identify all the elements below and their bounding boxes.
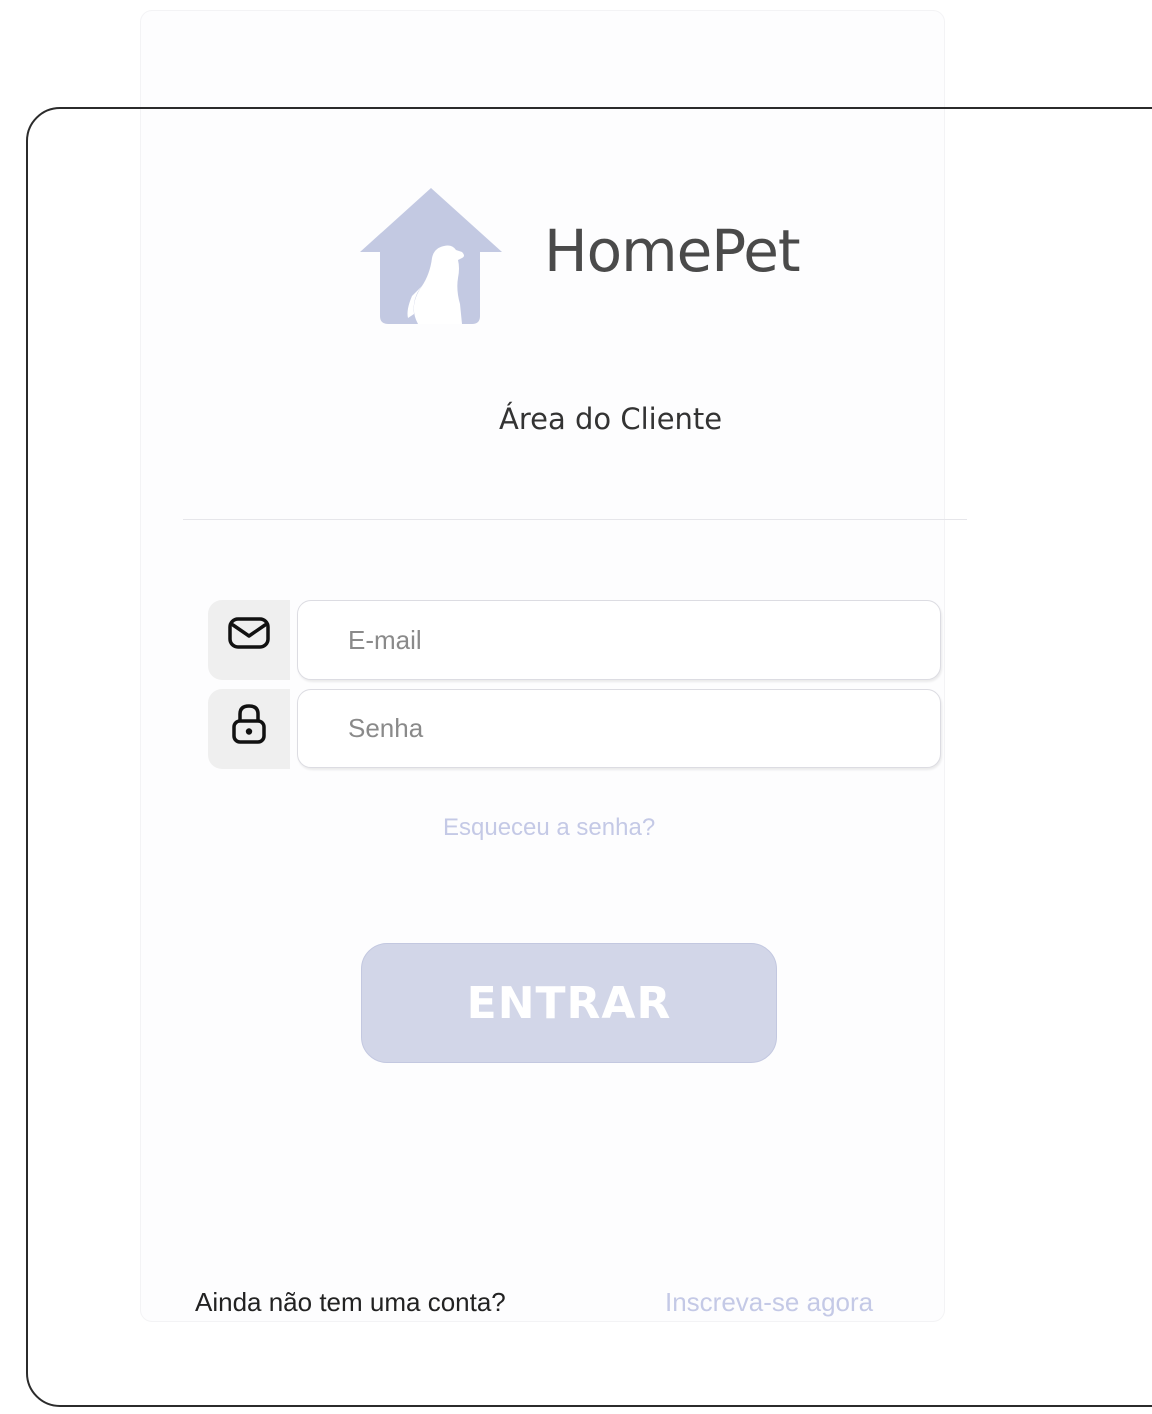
signup-link[interactable]: Inscreva-se agora [665, 1287, 873, 1318]
house-with-dog-icon [360, 188, 502, 324]
password-field-container [297, 689, 941, 768]
email-field[interactable] [348, 601, 908, 679]
lock-icon [232, 704, 266, 744]
page-subtitle: Área do Cliente [499, 402, 723, 436]
forgot-password-link[interactable]: Esqueceu a senha? [443, 814, 655, 843]
password-icon-box [208, 689, 290, 769]
brand-name: HomePet [544, 217, 801, 285]
no-account-text: Ainda não tem uma conta? [195, 1287, 506, 1317]
email-icon-box [208, 600, 290, 680]
email-field-container [297, 600, 941, 680]
login-button[interactable]: ENTRAR [361, 943, 777, 1063]
login-page: HomePet Área do Cliente Esqueceu a senha… [0, 0, 1152, 1414]
envelope-icon [228, 617, 270, 649]
divider [183, 519, 967, 520]
password-field[interactable] [348, 690, 908, 767]
